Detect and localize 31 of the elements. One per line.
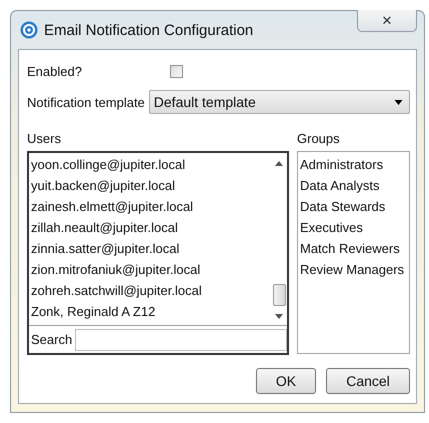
user-item[interactable]: zohreh.satchwill@jupiter.local xyxy=(31,280,271,301)
group-item[interactable]: Match Reviewers xyxy=(300,238,407,259)
group-item[interactable]: Administrators xyxy=(300,154,407,175)
search-field[interactable] xyxy=(75,328,287,350)
user-item[interactable]: yoon.collinge@jupiter.local xyxy=(31,154,271,175)
app-icon xyxy=(20,21,38,39)
close-button[interactable]: ✕ xyxy=(357,10,417,32)
search-label: Search xyxy=(31,332,72,347)
group-item[interactable]: Data Stewards xyxy=(300,196,407,217)
users-label: Users xyxy=(27,131,62,146)
template-dropdown[interactable]: Default template xyxy=(148,90,410,114)
groups-label: Groups xyxy=(297,131,341,146)
enabled-checkbox[interactable] xyxy=(170,64,183,78)
group-item[interactable]: Data Analysts xyxy=(300,175,407,196)
group-item[interactable]: Review Managers xyxy=(300,259,407,280)
enabled-label: Enabled? xyxy=(27,64,83,78)
user-item[interactable]: Zonk, Reginald A Z12 xyxy=(31,301,271,322)
scroll-up-icon[interactable] xyxy=(275,161,283,166)
user-item[interactable]: yuit.backen@jupiter.local xyxy=(31,175,271,196)
window-title: Email Notification Configuration xyxy=(44,22,254,38)
user-item[interactable]: zainesh.elmett@jupiter.local xyxy=(31,196,271,217)
caret-icon xyxy=(394,100,403,104)
user-item[interactable]: zillah.neault@jupiter.local xyxy=(31,217,271,238)
user-item[interactable]: zion.mitrofaniuk@jupiter.local xyxy=(31,259,271,280)
cancel-button[interactable]: Cancel xyxy=(326,368,410,394)
group-item[interactable]: Executives xyxy=(300,217,407,238)
scroll-down-icon[interactable] xyxy=(275,314,283,319)
scroll-thumb[interactable] xyxy=(272,284,286,306)
template-label: Notification template xyxy=(27,94,145,110)
ok-button[interactable]: OK xyxy=(256,368,316,394)
user-item[interactable]: zinnia.satter@jupiter.local xyxy=(31,238,271,259)
